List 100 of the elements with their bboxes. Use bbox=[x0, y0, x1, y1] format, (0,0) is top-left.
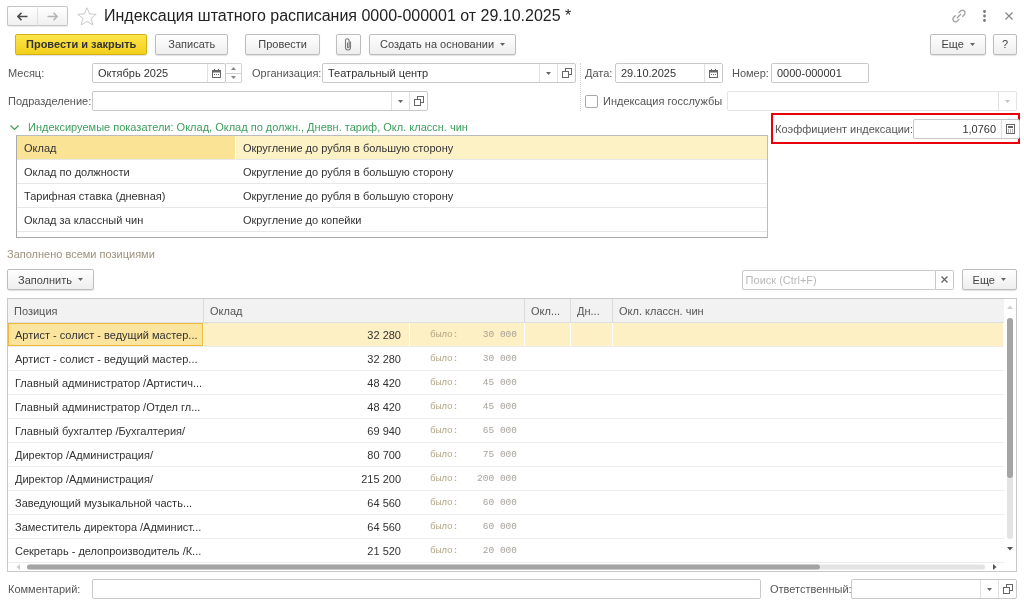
checkbox[interactable] bbox=[585, 94, 598, 108]
attach-button[interactable] bbox=[336, 33, 361, 55]
overlapping-squares-icon bbox=[1002, 584, 1013, 594]
table-cell-text: Округление до копейки bbox=[242, 212, 363, 228]
caret-down-icon bbox=[1005, 99, 1010, 103]
window-title: Индексация штатного расписания 0000-000001 от 29.10.2025 * bbox=[104, 7, 572, 25]
organization-label: Организация: bbox=[251, 67, 322, 79]
previous-value-label: было: bbox=[430, 545, 459, 556]
previous-value-label: было: bbox=[430, 521, 459, 532]
column-header[interactable]: Окл... bbox=[525, 299, 571, 322]
menu-button[interactable]: Еще bbox=[961, 269, 1017, 290]
table-cell: 21 520 bbox=[204, 539, 410, 562]
close-icon[interactable] bbox=[1005, 12, 1013, 20]
overlapping-squares-icon bbox=[413, 96, 424, 106]
spin-down-button[interactable] bbox=[226, 72, 242, 83]
table-row[interactable]: Оклад Округление до рубля в большую сторону bbox=[17, 136, 767, 160]
table-cell: Главный администратор /Отдел гл... bbox=[8, 395, 204, 418]
toolbar-button[interactable]: Записать bbox=[155, 33, 229, 55]
column-header[interactable]: Оклад bbox=[204, 299, 525, 322]
previous-value: 30 000 bbox=[482, 353, 517, 364]
table-cell: Секретарь - делопроизводитель /К... bbox=[8, 539, 204, 562]
indicators-group-toggle[interactable]: Индексируемые показатели: Оклад, Оклад по должн., Дневн. тариф, Окл. классн. чин bbox=[7, 119, 468, 135]
previous-value: 20 000 bbox=[482, 545, 517, 556]
open-button[interactable] bbox=[998, 580, 1016, 598]
previous-value-label: было: bbox=[430, 425, 459, 436]
table-cell: 48 420 bbox=[204, 371, 410, 394]
number-field[interactable]: 0000-000001 bbox=[771, 63, 869, 83]
column-header[interactable]: Окл. классн. чин bbox=[613, 299, 1004, 322]
month-field[interactable]: Октябрь 2025 bbox=[92, 63, 226, 83]
table-cell-text: Округление до рубля в большую сторону bbox=[242, 140, 455, 156]
menu-button[interactable]: Еще bbox=[930, 33, 986, 55]
table-cell: 32 280 bbox=[204, 323, 410, 346]
column-header[interactable]: Позиция bbox=[8, 299, 204, 322]
previous-value-label: было: bbox=[430, 377, 459, 388]
table-cell: Оклад bbox=[17, 136, 236, 159]
fill-button[interactable]: Заполнить bbox=[7, 269, 94, 290]
caret-up-icon bbox=[231, 66, 236, 70]
table-row[interactable]: Артист - солист - ведущий мастер... 32 280 было: 30 000 bbox=[8, 323, 1004, 347]
previous-value-label: было: bbox=[430, 449, 459, 460]
table-cell: Оклад по должности bbox=[17, 160, 236, 183]
caret-down-icon bbox=[1001, 278, 1006, 281]
more-icon[interactable] bbox=[983, 10, 986, 22]
coefficient-field[interactable]: 1,0760 bbox=[913, 118, 1021, 139]
table-cell: 48 420 bbox=[204, 395, 410, 418]
clear-button[interactable] bbox=[935, 269, 954, 290]
arrow-right-icon bbox=[47, 11, 58, 21]
caret-down-icon bbox=[500, 42, 506, 46]
table-cell-text: Округление до рубля в большую сторону bbox=[242, 188, 455, 204]
post-and-close-button[interactable]: Провести и закрыть bbox=[15, 33, 148, 55]
table-cell: 215 200 bbox=[204, 467, 410, 490]
previous-value-label: было: bbox=[430, 401, 459, 412]
toolbar-button[interactable]: ? bbox=[992, 33, 1017, 55]
caret-down-icon bbox=[546, 71, 551, 75]
open-button[interactable] bbox=[557, 64, 575, 82]
organization-field[interactable]: Театральный центр bbox=[322, 63, 576, 83]
back-button[interactable] bbox=[7, 6, 38, 26]
responsible-label: Ответственный: bbox=[769, 583, 851, 595]
caret-down-icon bbox=[987, 587, 992, 591]
arrow-left-icon bbox=[17, 11, 28, 21]
caret-down-icon bbox=[969, 42, 975, 46]
calendar-icon bbox=[709, 68, 718, 78]
menu-button[interactable]: Создать на основании bbox=[369, 33, 517, 55]
checkbox-label: Индексация госслужбы bbox=[603, 95, 723, 107]
clear-icon bbox=[940, 276, 948, 283]
link-icon[interactable] bbox=[952, 9, 966, 23]
comment-label: Комментарий: bbox=[7, 583, 82, 595]
responsible-field[interactable] bbox=[851, 579, 1017, 599]
previous-value-label: было: bbox=[430, 497, 459, 508]
caret-down-icon bbox=[78, 278, 83, 281]
table-cell: Тарифная ставка (дневная) bbox=[17, 184, 236, 207]
previous-value: 45 000 bbox=[482, 401, 517, 412]
calendar-icon bbox=[212, 68, 221, 78]
search-field[interactable]: Поиск (Ctrl+F) bbox=[741, 269, 936, 290]
star-icon[interactable] bbox=[77, 6, 97, 26]
number-label: Номер: bbox=[731, 67, 770, 79]
toolbar-button[interactable]: Провести bbox=[245, 33, 320, 55]
department-label: Подразделение: bbox=[7, 95, 92, 107]
previous-value: 60 000 bbox=[482, 497, 517, 508]
spin-up-button[interactable] bbox=[226, 63, 242, 73]
previous-value: 60 000 bbox=[482, 521, 517, 532]
month-label: Месяц: bbox=[7, 67, 46, 79]
caret-down-icon bbox=[231, 76, 236, 80]
table-cell: Артист - солист - ведущий мастер... bbox=[8, 323, 204, 346]
calculator-icon bbox=[1006, 123, 1016, 134]
table-cell: 32 280 bbox=[204, 347, 410, 370]
table-cell: 69 940 bbox=[204, 419, 410, 442]
table-cell: Оклад за классный чин bbox=[17, 208, 236, 231]
comment-field[interactable] bbox=[92, 579, 761, 599]
department-field[interactable] bbox=[92, 91, 428, 111]
previous-value-label: было: bbox=[430, 473, 459, 484]
previous-value-label: было: bbox=[430, 353, 459, 364]
column-header[interactable]: Дн... bbox=[571, 299, 613, 322]
date-field[interactable]: 29.10.2025 bbox=[615, 63, 723, 83]
fill-status-text: Заполнено всеми позициями bbox=[7, 247, 155, 262]
previous-value: 30 000 bbox=[482, 329, 517, 340]
paperclip-icon bbox=[344, 37, 353, 51]
table-cell: 64 560 bbox=[204, 491, 410, 514]
open-button[interactable] bbox=[409, 92, 427, 110]
previous-value-label: было: bbox=[430, 329, 459, 340]
previous-value: 65 000 bbox=[482, 425, 517, 436]
